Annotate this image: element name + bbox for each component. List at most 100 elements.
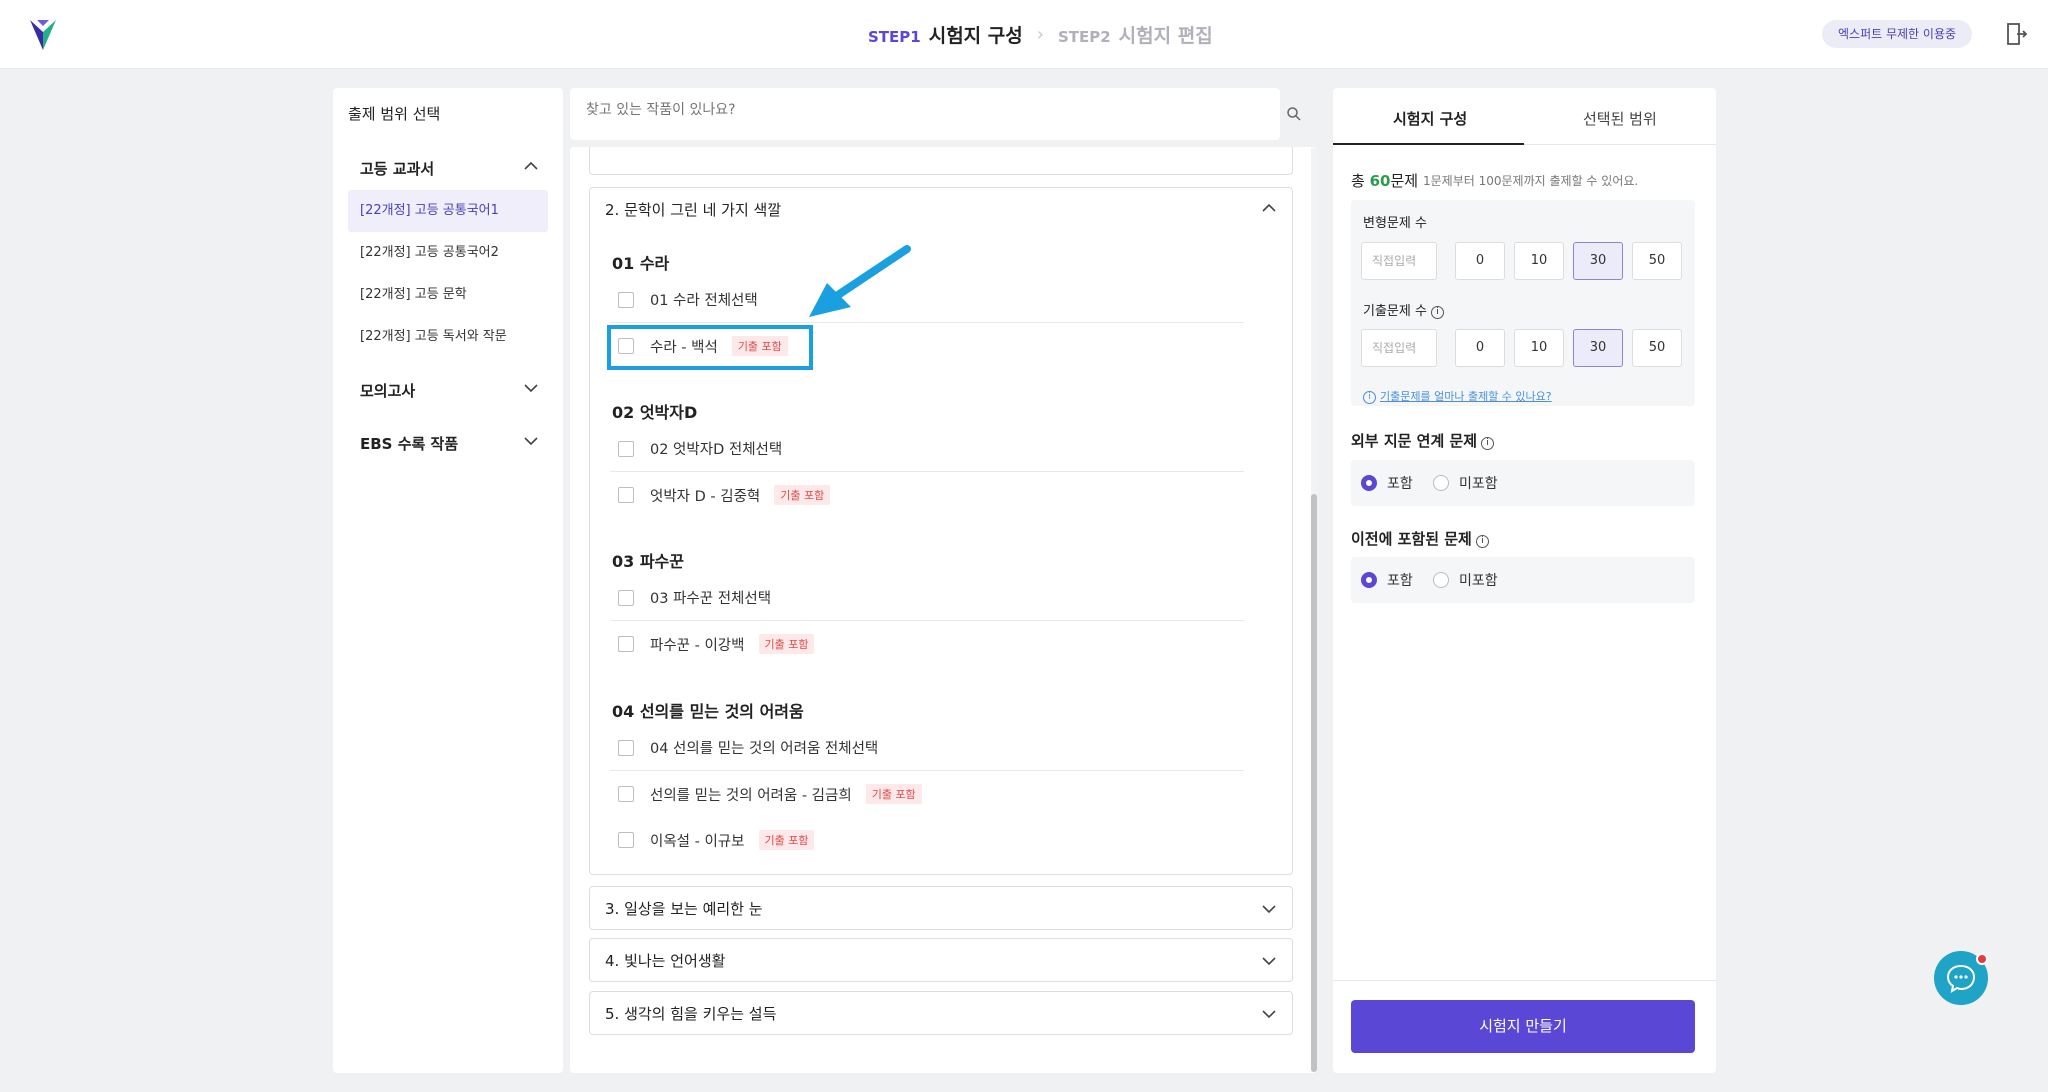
past-option-50[interactable]: 50 [1632,329,1682,367]
unit-title: 04 선의를 믿는 것의 어려움 [612,702,804,721]
category-label: 고등 교과서 [360,160,435,178]
checkbox[interactable] [618,739,634,756]
external-include-radio[interactable] [1361,475,1377,491]
info-icon[interactable]: i [1481,437,1495,450]
past-exam-tag: 기출 포함 [758,634,815,654]
chevron-down-icon [524,437,538,446]
search-icon[interactable] [1286,106,1302,122]
scrollbar-thumb[interactable] [1311,494,1317,1072]
past-exam-tag: 기출 포함 [774,485,831,505]
past-exam-tag: 기출 포함 [865,784,922,804]
checkbox[interactable] [618,786,634,802]
past-exam-tag: 기출 포함 [758,830,815,850]
chevron-up-icon [524,161,538,170]
checkbox[interactable] [618,487,634,503]
past-option-0[interactable]: 0 [1455,329,1505,367]
search-input[interactable] [586,102,1226,118]
total-prefix: 총 [1351,172,1365,190]
variant-option-10[interactable]: 10 [1514,242,1564,280]
section-2-title[interactable]: 2. 문학이 그린 네 가지 색깔 [605,199,781,220]
step-chevron-icon: › [1036,23,1044,45]
step1[interactable]: STEP1 시험지 구성 [868,21,1023,48]
sidebar-title: 출제 범위 선택 [348,105,441,123]
sidebar-category-ebs[interactable]: EBS 수록 작품 [360,433,538,454]
work-row[interactable]: 파수꾼 - 이강백 기출 포함 [610,621,1244,667]
past-direct-input[interactable]: 직접입력 [1361,329,1437,367]
past-exam-help-link[interactable]: i 기출문제를 얼마나 출제할 수 있나요? [1363,388,1552,404]
top-header: STEP1 시험지 구성 › STEP2 시험지 편집 엑스퍼트 무제한 이용중 [0,0,2048,69]
previous-questions-title-text: 이전에 포함된 문제 [1351,530,1472,548]
total-hint: 1문제부터 100문제까지 출제할 수 있어요. [1423,174,1639,188]
work-label: 파수꾼 - 이강백 [650,637,745,654]
past-exam-help-text: 기출문제를 얼마나 출제할 수 있나요? [1380,390,1552,403]
chevron-down-icon [1262,1010,1276,1019]
sidebar-item-literature[interactable]: [22개정] 고등 문학 [348,274,548,316]
info-icon: i [1363,391,1376,404]
step2[interactable]: STEP2 시험지 편집 [1058,21,1213,48]
work-row[interactable]: 선의를 믿는 것의 어려움 - 김금희 기출 포함 [610,771,1244,817]
search-bar [570,88,1280,140]
pointer-arrow-icon [809,245,911,317]
variant-count-label: 변형문제 수 [1363,216,1427,231]
section-5[interactable]: 5. 생각의 힘을 키우는 설득 [589,991,1293,1035]
previous-include-label[interactable]: 포함 [1387,570,1413,590]
work-row[interactable]: 엇박자 D - 김중혁 기출 포함 [610,472,1244,518]
section-4[interactable]: 4. 빛나는 언어생활 [589,938,1293,982]
select-all-row[interactable]: 01 수라 전체선택 [610,277,1244,323]
info-icon[interactable]: i [1475,535,1489,548]
past-option-10[interactable]: 10 [1514,329,1564,367]
select-all-label: 03 파수꾼 전체선택 [650,591,772,607]
sidebar-item-common-korean-1[interactable]: [22개정] 고등 공통국어1 [348,190,548,232]
sidebar-item-common-korean-2[interactable]: [22개정] 고등 공통국어2 [348,232,548,274]
chevron-down-icon [524,384,538,393]
previous-questions-title: 이전에 포함된 문제 i [1351,528,1489,549]
external-include-label[interactable]: 포함 [1387,473,1413,493]
tab-compose[interactable]: 시험지 구성 [1393,108,1467,129]
variant-direct-input[interactable]: 직접입력 [1361,242,1437,280]
previous-exclude-label[interactable]: 미포함 [1459,570,1498,590]
select-all-label: 02 엇박자D 전체선택 [650,442,783,458]
past-count-label: 기출문제 수i [1363,300,1444,319]
total-count: 총 60문제 [1351,170,1418,191]
sidebar-category-textbook[interactable]: 고등 교과서 [360,158,538,179]
category-label: 모의고사 [360,382,416,400]
work-label: 엇박자 D - 김중혁 [650,488,761,505]
chevron-up-icon[interactable] [1262,203,1276,213]
info-icon[interactable]: i [1430,306,1444,319]
highlight-box [607,325,813,370]
work-label: 이옥설 - 이규보 [650,833,745,850]
checkbox[interactable] [618,636,634,652]
select-all-row[interactable]: 03 파수꾼 전체선택 [610,575,1244,621]
section-3[interactable]: 3. 일상을 보는 예리한 눈 [589,886,1293,930]
logout-icon[interactable] [2006,22,2028,46]
unit-title: 03 파수꾼 [612,552,684,571]
sidebar-item-reading-writing[interactable]: [22개정] 고등 독서와 작문 [348,316,548,358]
external-passage-options: 포함 미포함 [1351,460,1695,506]
checkbox[interactable] [618,589,634,606]
external-exclude-label[interactable]: 미포함 [1459,473,1498,493]
total-number: 60 [1369,172,1391,190]
checkbox[interactable] [618,291,634,308]
variant-option-30[interactable]: 30 [1573,242,1623,280]
variant-option-0[interactable]: 0 [1455,242,1505,280]
select-all-row[interactable]: 02 엇박자D 전체선택 [610,426,1244,472]
exam-config-panel: 시험지 구성 선택된 범위 총 60문제 1문제부터 100문제까지 출제할 수… [1333,88,1716,1073]
past-count-label-text: 기출문제 수 [1363,304,1427,319]
checkbox[interactable] [618,832,634,848]
previous-include-radio[interactable] [1361,572,1377,588]
external-exclude-radio[interactable] [1433,475,1449,491]
work-list: 2. 문학이 그린 네 가지 색깔 01 수라 01 수라 전체선택 수라 - … [570,147,1317,1073]
category-label: EBS 수록 작품 [360,435,459,453]
previous-exclude-radio[interactable] [1433,572,1449,588]
sidebar-category-mock-exam[interactable]: 모의고사 [360,380,538,401]
checkbox[interactable] [618,440,634,457]
make-exam-button[interactable]: 시험지 만들기 [1351,1000,1695,1053]
work-row[interactable]: 이옥설 - 이규보 기출 포함 [610,817,1244,863]
app-logo[interactable] [28,18,58,52]
tab-selected-range[interactable]: 선택된 범위 [1583,108,1657,129]
select-all-row[interactable]: 04 선의를 믿는 것의 어려움 전체선택 [610,725,1244,771]
variant-option-50[interactable]: 50 [1632,242,1682,280]
past-option-30[interactable]: 30 [1573,329,1623,367]
notification-dot [1976,953,1988,965]
chevron-down-icon [1262,957,1276,966]
